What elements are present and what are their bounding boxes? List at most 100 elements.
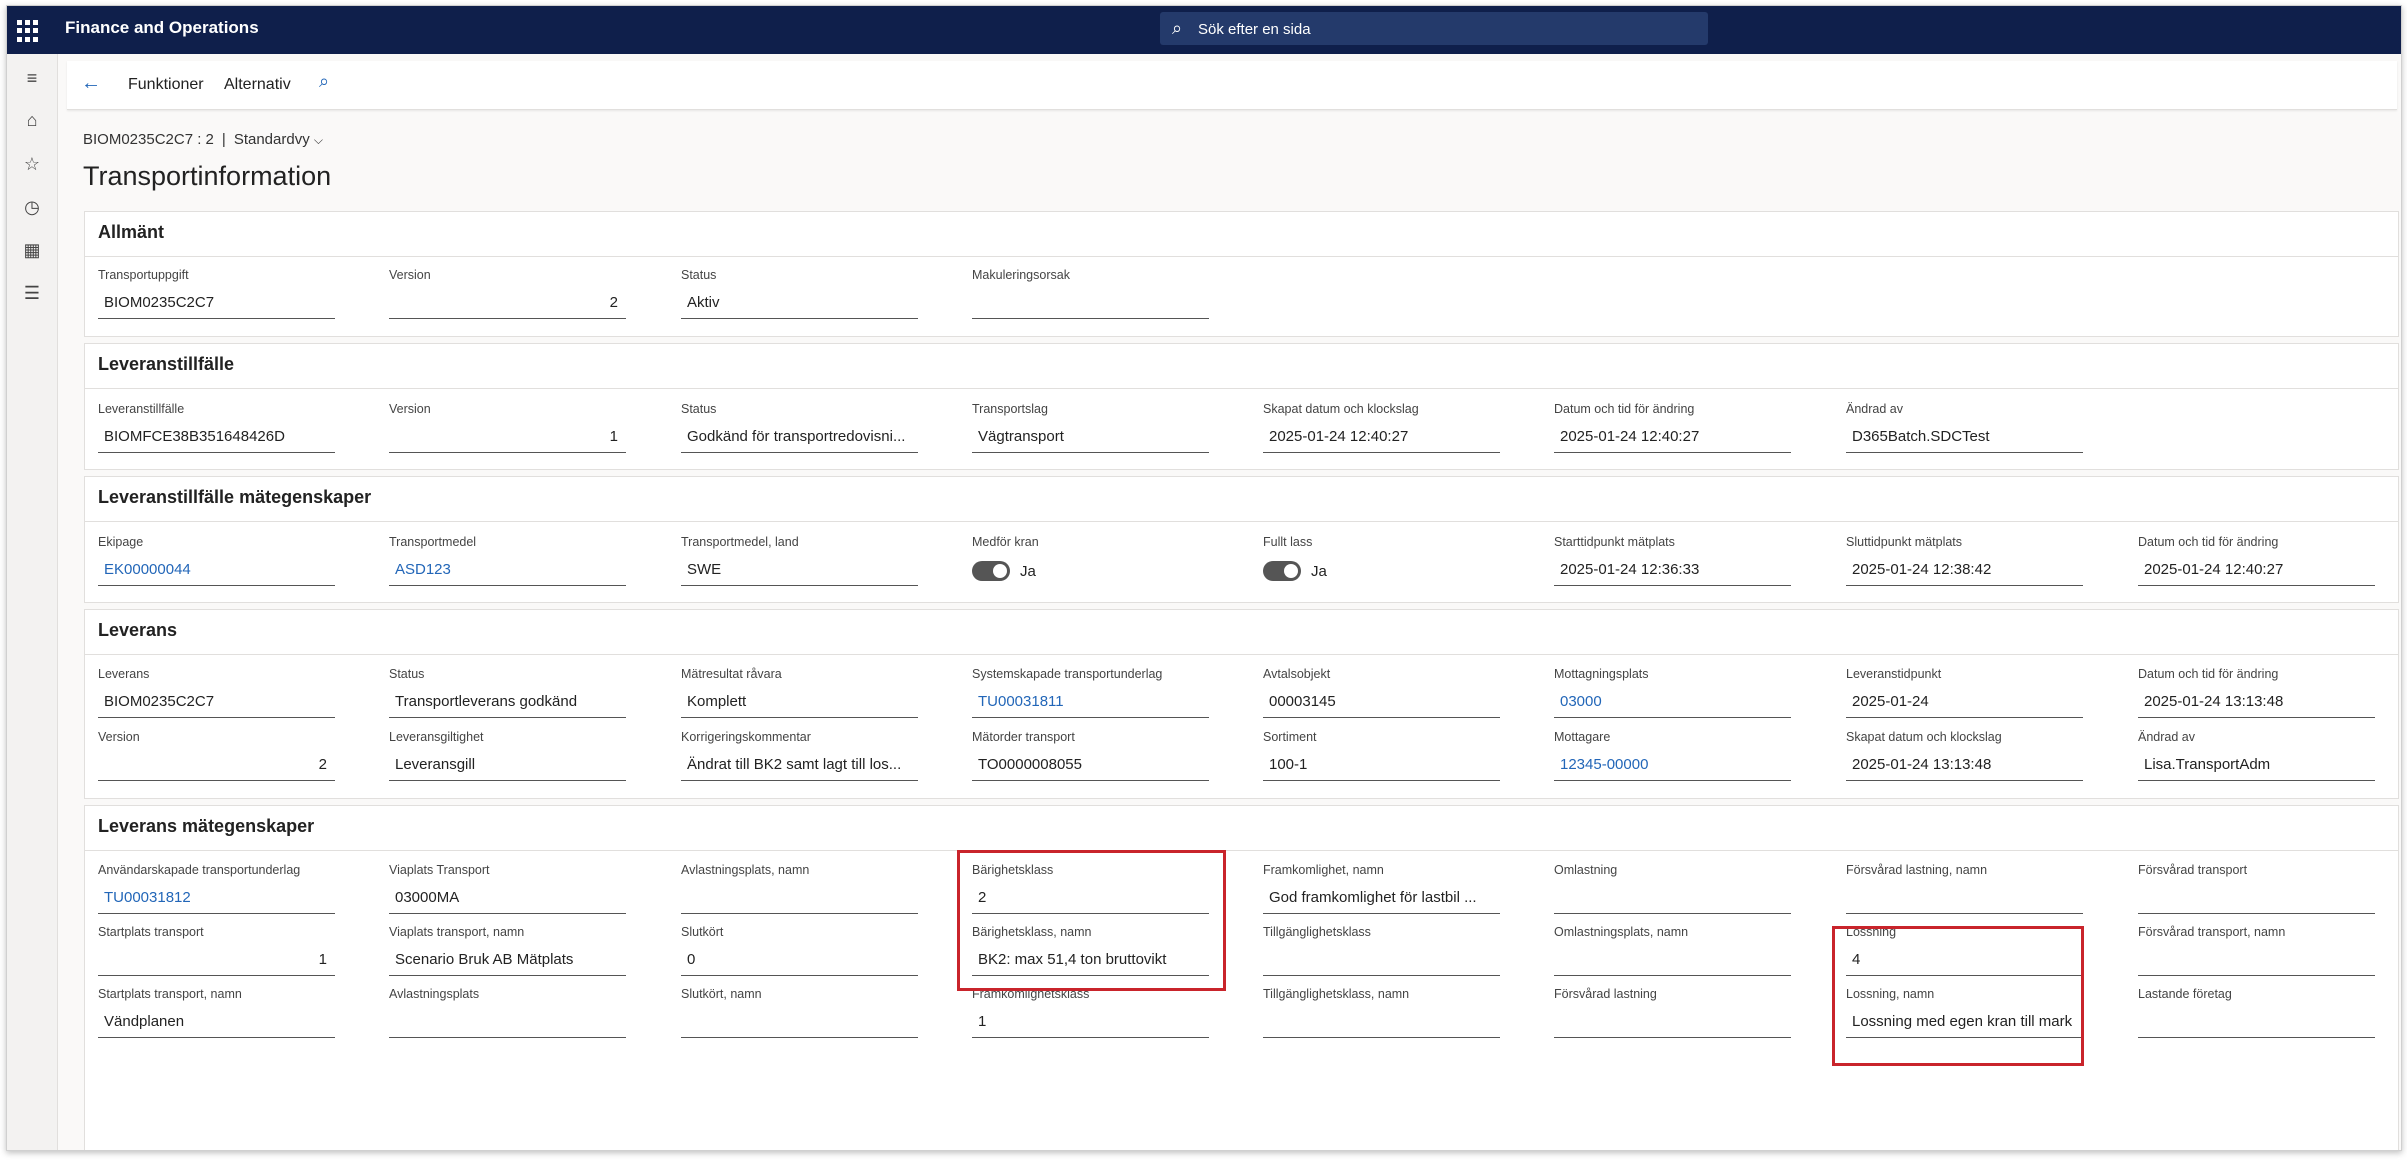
field-label: Datum och tid för ändring [2138,535,2279,549]
field-value[interactable]: Transportleverans godkänd [389,689,626,718]
search-placeholder: Sök efter en sida [1198,21,1311,38]
chevron-down-icon[interactable]: ⌵ [314,133,323,147]
fullt-lass-toggle[interactable] [1263,561,1301,581]
field-value[interactable]: 03000MA [389,885,626,914]
field-label: Tillgänglighetsklass, namn [1263,987,1410,1001]
field-label: Fullt lass [1263,535,1313,549]
recent-clock-icon[interactable]: ◷ [7,197,57,218]
field-starttidpunkt: Starttidpunkt mätplats 2025-01-24 12:36:… [1554,535,1791,586]
field-label: Leveranstidpunkt [1846,667,1942,681]
field-tillganglighetsklass: Tillgänglighetsklass [1263,925,1500,976]
field-value[interactable] [681,885,918,914]
field-value[interactable]: Scenario Bruk AB Mätplats [389,947,626,976]
field-forsvarad-lastning-namn: Försvårad lastning, namn [1846,863,2083,914]
field-value[interactable] [1554,1009,1791,1038]
section-header[interactable]: Leverans mätegenskaper [98,816,314,837]
field-label: Lastande företag [2138,987,2232,1001]
field-value[interactable]: 1 [389,424,626,453]
field-label: Mottagningsplats [1554,667,1649,681]
field-value[interactable]: Komplett [681,689,918,718]
nav-rail: ≡ ⌂ ☆ ◷ ▦ ☰ [7,54,58,1150]
field-matresultat-ravara: Mätresultat råvara Komplett [681,667,918,718]
field-value[interactable]: Godkänd för transportredovisni... [681,424,918,453]
field-value[interactable]: 2025-01-24 13:13:48 [1846,752,2083,781]
field-value[interactable]: 2 [389,290,626,319]
field-value[interactable]: 2025-01-24 [1846,689,2083,718]
field-label: Systemskapade transportunderlag [972,667,1163,681]
field-value[interactable]: BIOMFCE38B351648426D [98,424,335,453]
field-value[interactable]: Leveransgill [389,752,626,781]
field-value[interactable]: Vändplanen [98,1009,335,1038]
hamburger-menu-icon[interactable]: ≡ [7,68,57,89]
field-value[interactable]: 0 [681,947,918,976]
medfor-kran-toggle[interactable] [972,561,1010,581]
global-search-box[interactable]: ⌕ Sök efter en sida [1160,12,1708,45]
field-value[interactable] [1263,947,1500,976]
field-anvandarskapade-transportunderlag: Användarskapade transportunderlag TU0003… [98,863,335,914]
field-value[interactable]: BIOM0235C2C7 [98,689,335,718]
field-value[interactable] [972,290,1209,319]
field-label: Viaplats Transport [389,863,490,877]
field-value[interactable]: D365Batch.SDCTest [1846,424,2083,453]
field-value[interactable]: 2025-01-24 12:40:27 [1554,424,1791,453]
field-value-link[interactable]: ASD123 [389,557,626,586]
field-value[interactable] [2138,1009,2375,1038]
field-value[interactable]: Aktiv [681,290,918,319]
field-value[interactable]: 2025-01-24 13:13:48 [2138,689,2375,718]
action-search-icon[interactable]: ⌕ [319,71,329,92]
section-header[interactable]: Allmänt [98,222,164,243]
field-value[interactable]: 2025-01-24 12:40:27 [1263,424,1500,453]
field-value-link[interactable]: TU00031812 [98,885,335,914]
section-header[interactable]: Leveranstillfälle [98,354,234,375]
field-label: Status [389,667,425,681]
field-matorder-transport: Mätorder transport TO0000008055 [972,730,1209,781]
field-value-link[interactable]: EK00000044 [98,557,335,586]
field-slutkort: Slutkört 0 [681,925,918,976]
field-value-link[interactable]: TU00031811 [972,689,1209,718]
field-value[interactable]: 2 [98,752,335,781]
field-value[interactable] [389,1009,626,1038]
workspaces-icon[interactable]: ▦ [7,240,57,261]
field-value[interactable] [1263,1009,1500,1038]
field-forsvarad-lastning: Försvårad lastning [1554,987,1791,1038]
field-value[interactable]: 100-1 [1263,752,1500,781]
app-launcher-icon[interactable] [17,20,39,42]
field-datum-andring: Datum och tid för ändring 2025-01-24 12:… [2138,535,2375,586]
funktioner-button[interactable]: Funktioner [128,76,204,94]
field-viaplats-transport: Viaplats Transport 03000MA [389,863,626,914]
field-value[interactable]: 2025-01-24 12:38:42 [1846,557,2083,586]
field-value[interactable]: 00003145 [1263,689,1500,718]
field-value[interactable]: TO0000008055 [972,752,1209,781]
field-value[interactable]: 2025-01-24 12:40:27 [2138,557,2375,586]
field-value[interactable]: SWE [681,557,918,586]
field-value[interactable] [681,1009,918,1038]
field-value[interactable] [1554,947,1791,976]
field-value[interactable]: Vägtransport [972,424,1209,453]
field-value[interactable]: 1 [98,947,335,976]
field-value[interactable]: 2025-01-24 12:36:33 [1554,557,1791,586]
field-value[interactable] [1846,885,2083,914]
field-value[interactable]: BIOM0235C2C7 [98,290,335,319]
back-arrow-icon[interactable]: ← [81,72,101,95]
field-value[interactable]: God framkomlighet för lastbil ... [1263,885,1500,914]
view-selector[interactable]: Standardvy [234,131,310,148]
field-value[interactable] [2138,885,2375,914]
field-value[interactable] [2138,947,2375,976]
field-skapat-datum: Skapat datum och klockslag 2025-01-24 12… [1263,402,1500,453]
home-icon[interactable]: ⌂ [7,110,57,131]
field-status: Status Aktiv [681,268,918,319]
field-value[interactable] [1554,885,1791,914]
field-value[interactable]: 1 [972,1009,1209,1038]
section-header[interactable]: Leverans [98,620,177,641]
field-value[interactable]: Lisa.TransportAdm [2138,752,2375,781]
favorites-star-icon[interactable]: ☆ [7,154,57,175]
field-value-link[interactable]: 03000 [1554,689,1791,718]
field-value-link[interactable]: 12345-00000 [1554,752,1791,781]
field-transportmedel: Transportmedel ASD123 [389,535,626,586]
alternativ-button[interactable]: Alternativ [224,76,291,94]
field-value[interactable]: Ändrat till BK2 samt lagt till los... [681,752,918,781]
field-korrigeringskommentar: Korrigeringskommentar Ändrat till BK2 sa… [681,730,918,781]
section-header[interactable]: Leveranstillfälle mätegenskaper [98,487,371,508]
field-label: Status [681,268,717,282]
modules-list-icon[interactable]: ☰ [7,283,57,304]
